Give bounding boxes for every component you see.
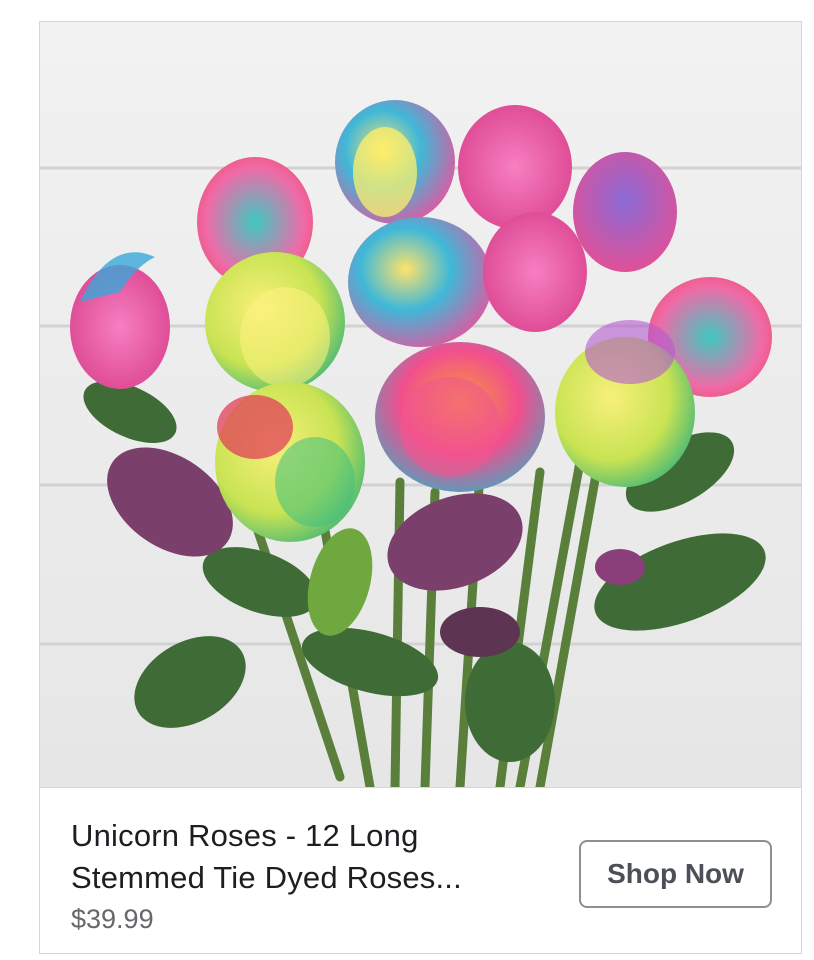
product-image[interactable] — [40, 22, 801, 787]
shop-now-button[interactable]: Shop Now — [579, 840, 772, 908]
rose-bouquet-image — [40, 22, 801, 787]
product-price: $39.99 — [71, 904, 154, 934]
product-title-line1: Unicorn Roses - 12 Long — [71, 818, 419, 853]
product-ad-card[interactable]: Unicorn Roses - 12 Long Stemmed Tie Dyed… — [39, 21, 802, 954]
ad-info-bar: Unicorn Roses - 12 Long Stemmed Tie Dyed… — [40, 787, 801, 953]
product-title[interactable]: Unicorn Roses - 12 Long Stemmed Tie Dyed… — [71, 815, 551, 899]
product-title-line2: Stemmed Tie Dyed Roses... — [71, 860, 462, 895]
